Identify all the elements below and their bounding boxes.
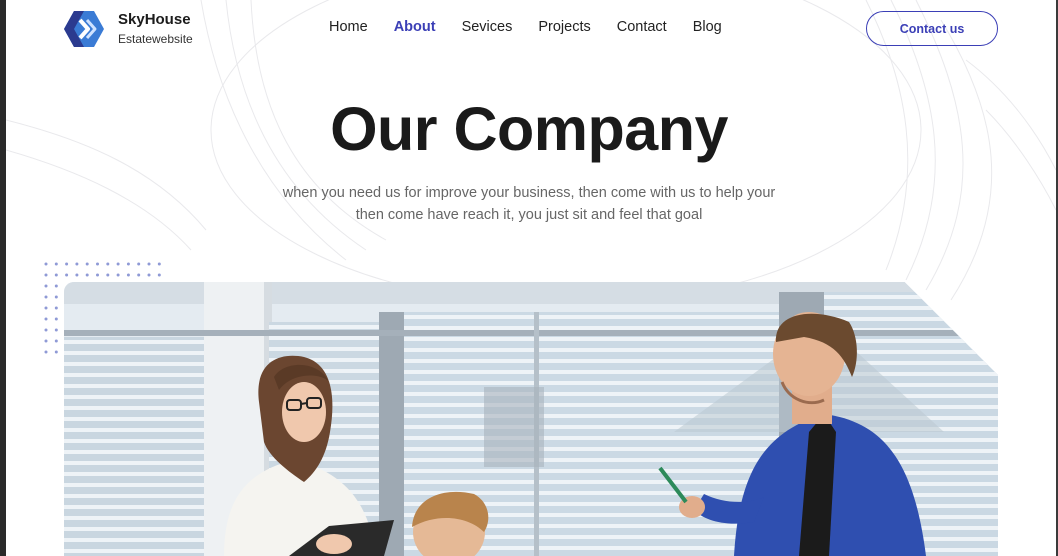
page-title: Our Company (330, 95, 728, 163)
nav-item-services[interactable]: Sevices (462, 19, 513, 35)
hexagon-chevron-logo-icon[interactable] (64, 9, 104, 49)
nav-item-home[interactable]: Home (329, 19, 368, 35)
nav-item-about[interactable]: About (394, 19, 436, 35)
brand-subtitle: Estatewebsite (118, 32, 193, 46)
hero-description: when you need us for improve your busine… (282, 185, 776, 223)
main-nav: Home About Sevices Projects Contact Blog (329, 19, 722, 35)
office-meeting-photo (64, 282, 998, 556)
nav-item-projects[interactable]: Projects (538, 19, 590, 35)
contact-us-button[interactable]: Contact us (866, 11, 998, 46)
site-header: SkyHouse Estatewebsite Home About Sevice… (6, 0, 1056, 58)
brand-name[interactable]: SkyHouse (118, 11, 191, 28)
nav-item-contact[interactable]: Contact (617, 19, 667, 35)
window-left-edge (0, 0, 6, 556)
nav-item-blog[interactable]: Blog (693, 19, 722, 35)
